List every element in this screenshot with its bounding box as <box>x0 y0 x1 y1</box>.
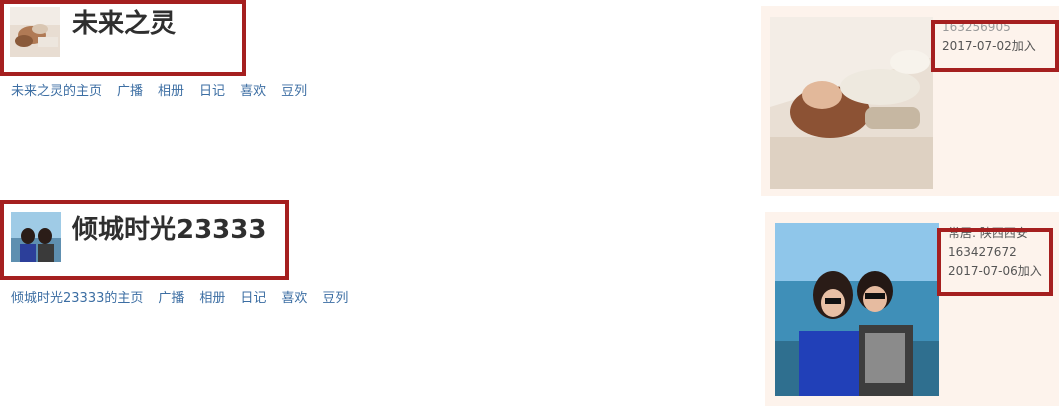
profile-name: 倾城时光23333 <box>72 215 267 245</box>
nav-doulist-link[interactable]: 豆列 <box>322 287 348 306</box>
profile-nav: 未来之灵的主页 广播 相册 日记 喜欢 豆列 <box>11 80 307 99</box>
nav-album-link[interactable]: 相册 <box>199 287 225 306</box>
profile-photo[interactable] <box>775 223 939 396</box>
avatar[interactable] <box>10 7 60 57</box>
profile-name: 未来之灵 <box>72 9 177 39</box>
nav-broadcast-link[interactable]: 广播 <box>158 287 184 306</box>
nav-diary-link[interactable]: 日记 <box>199 80 225 99</box>
profile-photo[interactable] <box>770 17 933 189</box>
profile-card-2: 倾城时光23333 倾城时光23333的主页 广播 相册 日记 喜欢 豆列 常居… <box>0 198 1059 406</box>
nav-doulist-link[interactable]: 豆列 <box>281 80 307 99</box>
highlight-box <box>937 228 1053 296</box>
nav-diary-link[interactable]: 日记 <box>240 287 266 306</box>
nav-home-link[interactable]: 倾城时光23333的主页 <box>11 287 143 306</box>
highlight-box <box>931 20 1059 72</box>
nav-home-link[interactable]: 未来之灵的主页 <box>11 80 102 99</box>
avatar[interactable] <box>11 212 61 262</box>
profile-nav: 倾城时光23333的主页 广播 相册 日记 喜欢 豆列 <box>11 287 348 306</box>
nav-album-link[interactable]: 相册 <box>158 80 184 99</box>
nav-likes-link[interactable]: 喜欢 <box>281 287 307 306</box>
nav-broadcast-link[interactable]: 广播 <box>117 80 143 99</box>
nav-likes-link[interactable]: 喜欢 <box>240 80 266 99</box>
profile-card-1: 未来之灵 未来之灵的主页 广播 相册 日记 喜欢 豆列 163256905 20… <box>0 0 1059 200</box>
